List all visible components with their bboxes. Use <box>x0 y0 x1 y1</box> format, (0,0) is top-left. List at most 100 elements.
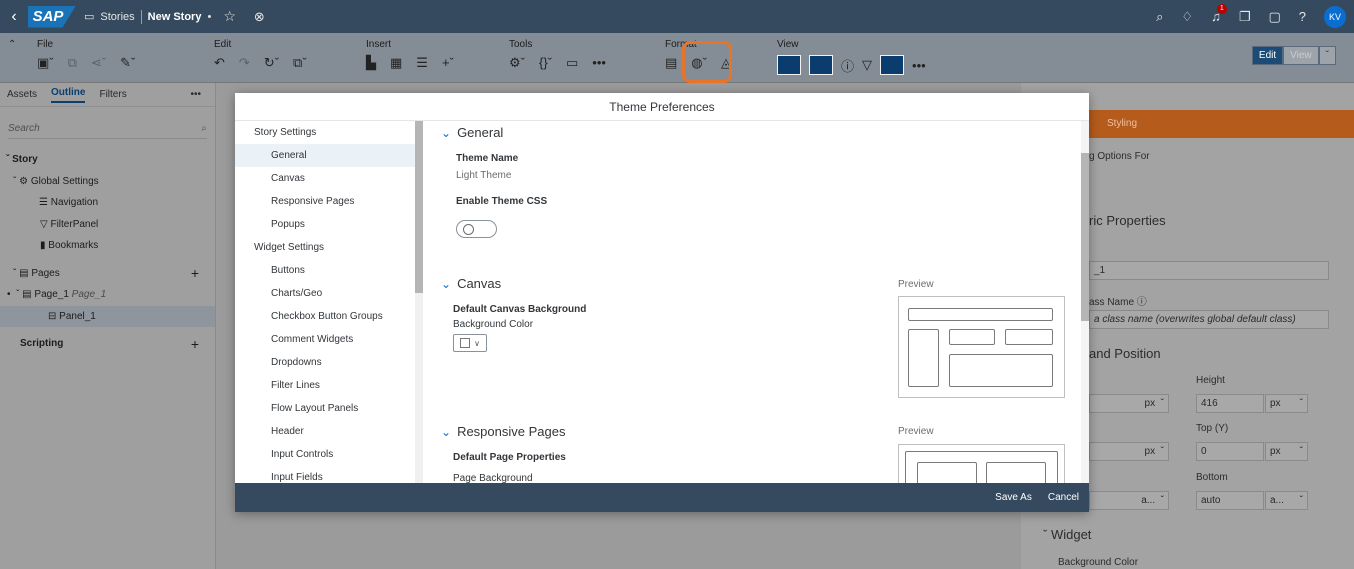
close-story-icon[interactable]: ⊗ <box>254 9 265 25</box>
tree-item-navigation[interactable]: ☰ Navigation <box>0 192 215 214</box>
tree-item-global-settings[interactable]: ˇ ⚙ Global Settings <box>0 171 215 193</box>
responsive-preview-label: Preview <box>898 426 934 437</box>
width-unit-select[interactable]: px ˇ <box>1089 394 1169 413</box>
tree-item-bookmarks[interactable]: ▮ Bookmarks <box>0 235 215 257</box>
nav-scrollbar-thumb[interactable] <box>415 121 423 293</box>
search-icon[interactable]: ⌕ <box>201 123 207 134</box>
responsive-pages-section-header[interactable]: ⌄ Responsive Pages <box>441 424 565 439</box>
chart-icon[interactable]: ▙ <box>366 55 376 71</box>
lightbulb-icon[interactable]: ♢ <box>1181 9 1193 25</box>
nav-canvas[interactable]: Canvas <box>235 167 415 190</box>
general-section-header[interactable]: ⌄ General <box>441 125 503 140</box>
view-mode-button[interactable]: View <box>1283 46 1319 65</box>
nav-flow-layout-panels[interactable]: Flow Layout Panels <box>235 397 415 420</box>
more-options-icon[interactable]: ••• <box>190 89 201 100</box>
nav-popups[interactable]: Popups <box>235 213 415 236</box>
chevron-down-icon: ⌄ <box>441 424 452 439</box>
left-unit-select[interactable]: px ˇ <box>1089 442 1169 461</box>
nav-header[interactable]: Header <box>235 420 415 443</box>
scripting-icon[interactable]: {}ˇ <box>539 55 552 71</box>
nav-input-fields[interactable]: Input Fields <box>235 466 415 483</box>
search-icon[interactable]: ⌕ <box>1156 9 1163 25</box>
info-icon[interactable]: ⓘ <box>841 56 854 75</box>
height-input[interactable]: 416 <box>1196 394 1264 413</box>
favorite-star-icon[interactable]: ☆ <box>223 8 236 25</box>
filter-icon[interactable]: ▽ <box>862 57 872 73</box>
content-scrollbar-thumb[interactable] <box>1081 153 1089 321</box>
user-avatar[interactable]: KV <box>1324 5 1346 28</box>
device-preview-icon[interactable]: ▭ <box>566 55 578 71</box>
tree-item-scripting[interactable]: Scripting + <box>0 333 215 355</box>
preview-header-block <box>908 308 1053 321</box>
nav-input-controls[interactable]: Input Controls <box>235 443 415 466</box>
mode-dropdown-icon[interactable]: ˇ <box>1318 46 1336 65</box>
enable-theme-css-toggle[interactable] <box>456 220 497 238</box>
more-tools-icon[interactable]: ••• <box>592 55 606 71</box>
height-unit-select[interactable]: px ˇ <box>1265 394 1308 413</box>
nav-dropdowns[interactable]: Dropdowns <box>235 351 415 374</box>
nav-comment-widgets[interactable]: Comment Widgets <box>235 328 415 351</box>
toolbar-group-tools: Tools ⚙ˇ {}ˇ ▭ ••• <box>509 39 606 71</box>
format-painter-icon[interactable]: ▤ <box>665 55 677 71</box>
tab-outline[interactable]: Outline <box>51 87 86 103</box>
cancel-button[interactable]: Cancel <box>1048 492 1079 503</box>
canvas-section-header[interactable]: ⌄ Canvas <box>441 276 501 291</box>
content-scrollbar[interactable] <box>1081 121 1089 483</box>
nav-charts-geo[interactable]: Charts/Geo <box>235 282 415 305</box>
tree-item-pages[interactable]: ˇ ▤ Pages + <box>0 263 215 285</box>
stories-link[interactable]: Stories <box>100 11 134 23</box>
nav-responsive-pages[interactable]: Responsive Pages <box>235 190 415 213</box>
tab-assets[interactable]: Assets <box>7 89 37 100</box>
refresh-icon[interactable]: ↻ˇ <box>264 55 279 71</box>
top-input[interactable]: 0 <box>1196 442 1264 461</box>
bottom-input[interactable]: auto <box>1196 491 1264 510</box>
discussions-icon[interactable]: ❐ <box>1239 9 1251 25</box>
save-icon[interactable]: ▣ˇ <box>37 55 54 71</box>
duplicate-icon[interactable]: ⧉ˇ <box>293 55 307 71</box>
edit-tools-icon[interactable]: ✎ˇ <box>120 55 135 71</box>
right-panel-toggle-icon[interactable] <box>809 55 833 75</box>
nav-checkbox-button-groups[interactable]: Checkbox Button Groups <box>235 305 415 328</box>
bottom-unit-select[interactable]: a... ˇ <box>1265 491 1308 510</box>
data-tools-icon[interactable]: ⚙ˇ <box>509 55 525 71</box>
widget-section-heading[interactable]: ˇ Widget <box>1043 527 1091 542</box>
share-icon[interactable]: ⋖ˇ <box>91 55 106 71</box>
notifications-bell-icon[interactable]: ♫ 1 <box>1211 4 1227 24</box>
tab-filters[interactable]: Filters <box>99 89 126 100</box>
nav-general[interactable]: General <box>235 144 415 167</box>
canvas-background-color-label: Background Color <box>453 319 534 330</box>
outline-search-input[interactable]: Search ⌕ <box>8 119 207 139</box>
add-script-icon[interactable]: + <box>191 336 199 352</box>
canvas-background-color-picker[interactable]: ∨ <box>453 334 487 352</box>
css-class-input[interactable]: a class name (overwrites global default … <box>1089 310 1329 329</box>
top-unit-select[interactable]: px ˇ <box>1265 442 1308 461</box>
comments-toggle-icon[interactable] <box>880 55 905 75</box>
nav-filter-lines[interactable]: Filter Lines <box>235 374 415 397</box>
right-unit-select[interactable]: a... ˇ <box>1089 491 1169 510</box>
tree-item-story[interactable]: ˇ Story <box>0 149 215 171</box>
copy-icon[interactable]: ⧉ <box>68 55 77 71</box>
undo-icon[interactable]: ↶ <box>214 55 225 71</box>
add-page-icon[interactable]: + <box>191 265 199 281</box>
redo-icon[interactable]: ↷ <box>239 55 250 71</box>
feedback-icon[interactable]: ▢ <box>1268 9 1280 25</box>
filter-slider-icon[interactable]: ☰ <box>416 55 428 71</box>
back-icon[interactable]: ‹ <box>0 8 28 26</box>
add-icon[interactable]: +ˇ <box>442 55 454 71</box>
left-panel-toggle-icon[interactable] <box>777 55 801 75</box>
widget-name-input[interactable]: _1 <box>1089 261 1329 280</box>
nav-buttons[interactable]: Buttons <box>235 259 415 282</box>
nav-story-settings: Story Settings <box>254 127 317 138</box>
more-view-icon[interactable]: ••• <box>912 58 926 73</box>
save-as-button[interactable]: Save As <box>995 492 1032 503</box>
tree-item-panel1[interactable]: ⊟ Panel_1 <box>0 305 215 327</box>
edit-mode-button[interactable]: Edit <box>1251 46 1284 65</box>
help-icon[interactable]: ? <box>1299 9 1306 24</box>
nav-scrollbar[interactable] <box>415 121 423 483</box>
tree-item-page1[interactable]: • ˇ ▤ Page_1 Page_1 <box>0 284 215 306</box>
tree-item-filterpanel[interactable]: ▽ FilterPanel <box>0 214 215 236</box>
collapse-toolbar-icon[interactable]: ⌃ <box>8 39 16 50</box>
canvas-preview <box>898 296 1065 398</box>
sap-logo[interactable]: SAP <box>28 5 76 28</box>
table-icon[interactable]: ▦ <box>390 55 402 71</box>
